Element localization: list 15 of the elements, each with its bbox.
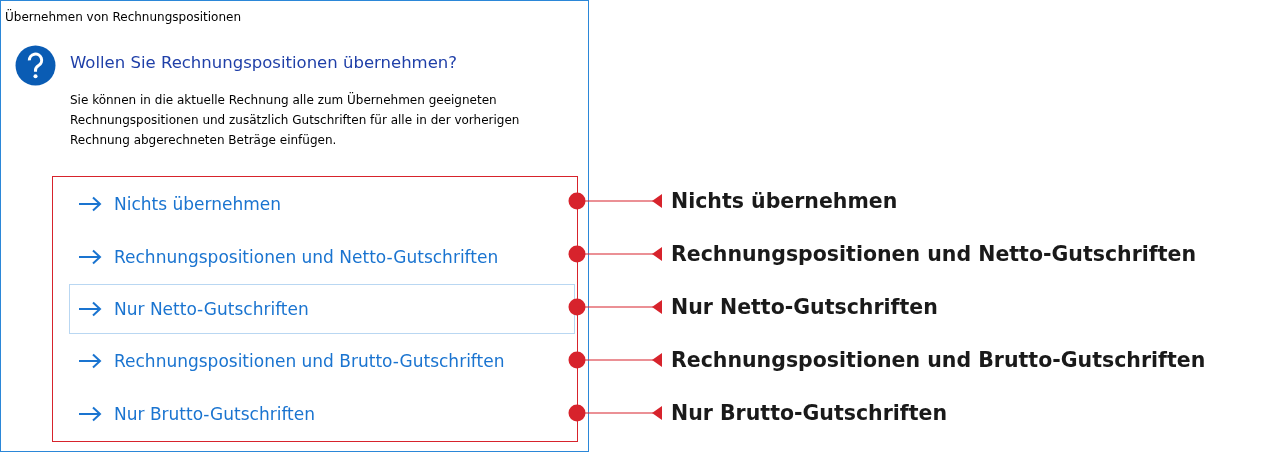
callout-label: Rechnungspositionen und Netto-Gutschriften: [671, 241, 1196, 266]
window-title: Übernehmen von Rechnungspositionen: [4, 8, 243, 26]
question-icon: [15, 45, 56, 86]
callout-label: Nichts übernehmen: [671, 188, 898, 213]
callout-label: Nur Brutto-Gutschriften: [671, 400, 948, 425]
callout-label: Nur Netto-Gutschriften: [671, 294, 938, 319]
arrow-icon: [78, 248, 102, 265]
dialog-heading: Wollen Sie Rechnungspositionen übernehmen?: [70, 53, 459, 72]
dialog-message: Sie können in die aktuelle Rechnung alle zum Übernehmen geeigneten Rechnungspositionen und zusätzlich Gutschriften für alle in der vorherigen Rechnung abgerechneten Beträge einfügen.: [70, 91, 521, 149]
arrow-icon: [78, 196, 102, 213]
callout-label: Rechnungspositionen und Brutto-Gutschriften: [671, 347, 1206, 372]
arrow-icon: [78, 353, 102, 370]
option-link[interactable]: Nur Netto-Gutschriften: [69, 283, 575, 335]
arrow-icon: [78, 301, 102, 317]
arrow-icon: [78, 405, 102, 422]
